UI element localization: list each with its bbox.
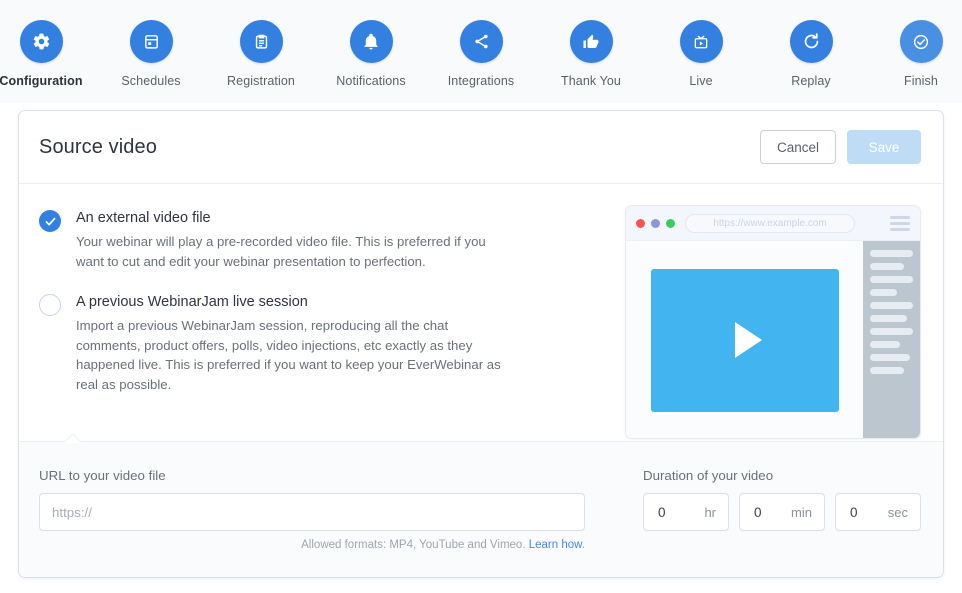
panel-notch-arrow [65,434,81,443]
source-options: An external video file Your webinar will… [39,206,509,419]
option-description: Import a previous WebinarJam session, re… [76,318,501,392]
cancel-button[interactable]: Cancel [759,130,836,164]
step-finish[interactable]: Finish [866,20,962,88]
page-root: Configuration Schedules Registration Not… [0,0,962,593]
duration-seconds[interactable]: sec [835,493,921,531]
duration-hours-input[interactable] [656,503,684,521]
play-icon [735,322,762,358]
step-label-notifications: Notifications [336,74,406,88]
preview-video-area [626,241,863,438]
option-title: An external video file [76,210,211,226]
maximize-dot-icon [666,218,675,228]
option-external-video-file[interactable]: An external video file Your webinar will… [39,209,509,271]
duration-seconds-input[interactable] [848,503,876,521]
option-previous-webinarjam-session[interactable]: A previous WebinarJam live session Impor… [39,293,509,394]
allowed-formats-hint: Allowed formats: MP4, YouTube and Vimeo.… [39,539,585,551]
step-schedules[interactable]: Schedules [96,20,206,88]
save-button[interactable]: Save [847,130,921,164]
radio-empty-icon[interactable] [39,294,61,316]
duration-minutes-unit: min [791,504,812,520]
tv-play-icon [679,20,723,63]
step-navigation-items: Configuration Schedules Registration Not… [0,20,962,88]
step-integrations[interactable]: Integrations [426,20,536,88]
option-text: A previous WebinarJam live session Impor… [76,293,509,394]
duration-field-group: Duration of your video hr min sec [643,468,921,531]
step-label-finish: Finish [904,74,938,88]
step-label-replay: Replay [791,74,831,88]
page-title: Source video [39,135,157,158]
card-header: Source video Cancel Save [19,111,943,184]
refresh-icon [789,20,833,63]
hamburger-menu-icon [890,215,910,231]
step-label-schedules: Schedules [121,74,181,88]
step-configuration[interactable]: Configuration [0,20,96,88]
video-preview-illustration: https://www.example.com [625,205,921,439]
video-source-form: URL to your video file Allowed formats: … [19,441,943,577]
preview-video-thumbnail [650,268,839,412]
step-registration[interactable]: Registration [206,20,316,88]
step-label-configuration: Configuration [0,74,83,88]
step-label-integrations: Integrations [447,74,515,88]
url-label: URL to your video file [39,468,166,483]
option-description: Your webinar will play a pre-recorded vi… [76,234,486,269]
step-notifications[interactable]: Notifications [316,20,426,88]
learn-how-link[interactable]: Learn how [529,539,582,551]
preview-content [626,241,920,438]
check-circle-icon[interactable] [39,210,61,232]
step-navigation: Configuration Schedules Registration Not… [0,0,962,103]
url-field-group: URL to your video file Allowed formats: … [39,468,585,551]
duration-hours-unit: hr [704,504,716,520]
step-label-registration: Registration [227,74,295,88]
step-replay[interactable]: Replay [756,20,866,88]
step-label-live: Live [689,74,713,88]
preview-sidebar [863,241,920,438]
check-shield-icon [899,20,943,63]
thumbs-up-icon [569,20,613,63]
hint-text: Allowed formats: MP4, YouTube and Vimeo. [301,539,529,551]
duration-seconds-unit: sec [887,504,908,520]
minimize-dot-icon [651,218,660,228]
card-body: An external video file Your webinar will… [19,184,943,441]
step-label-live-thank-you: Thank You [561,74,621,88]
close-dot-icon [636,218,645,228]
duration-hours[interactable]: hr [643,493,729,531]
bell-icon [349,20,393,63]
header-actions: Cancel Save [759,130,921,164]
step-thank-you[interactable]: Thank You [536,20,646,88]
share-icon [459,20,503,63]
duration-inputs: hr min sec [643,493,921,531]
video-url-input[interactable] [39,493,585,531]
hint-tail: . [581,539,585,551]
option-text: An external video file Your webinar will… [76,209,509,271]
clipboard-icon [239,20,283,63]
duration-label: Duration of your video [643,468,774,483]
duration-minutes-input[interactable] [752,503,780,521]
source-video-card: Source video Cancel Save An external vid… [19,111,943,577]
step-live[interactable]: Live [646,20,756,88]
calendar-icon [129,20,173,63]
duration-minutes[interactable]: min [739,493,825,531]
window-controls [636,218,675,228]
preview-url-bar: https://www.example.com [685,213,855,233]
gear-icon [19,20,63,63]
option-title: A previous WebinarJam live session [76,294,308,310]
preview-browser-bar: https://www.example.com [626,206,920,241]
